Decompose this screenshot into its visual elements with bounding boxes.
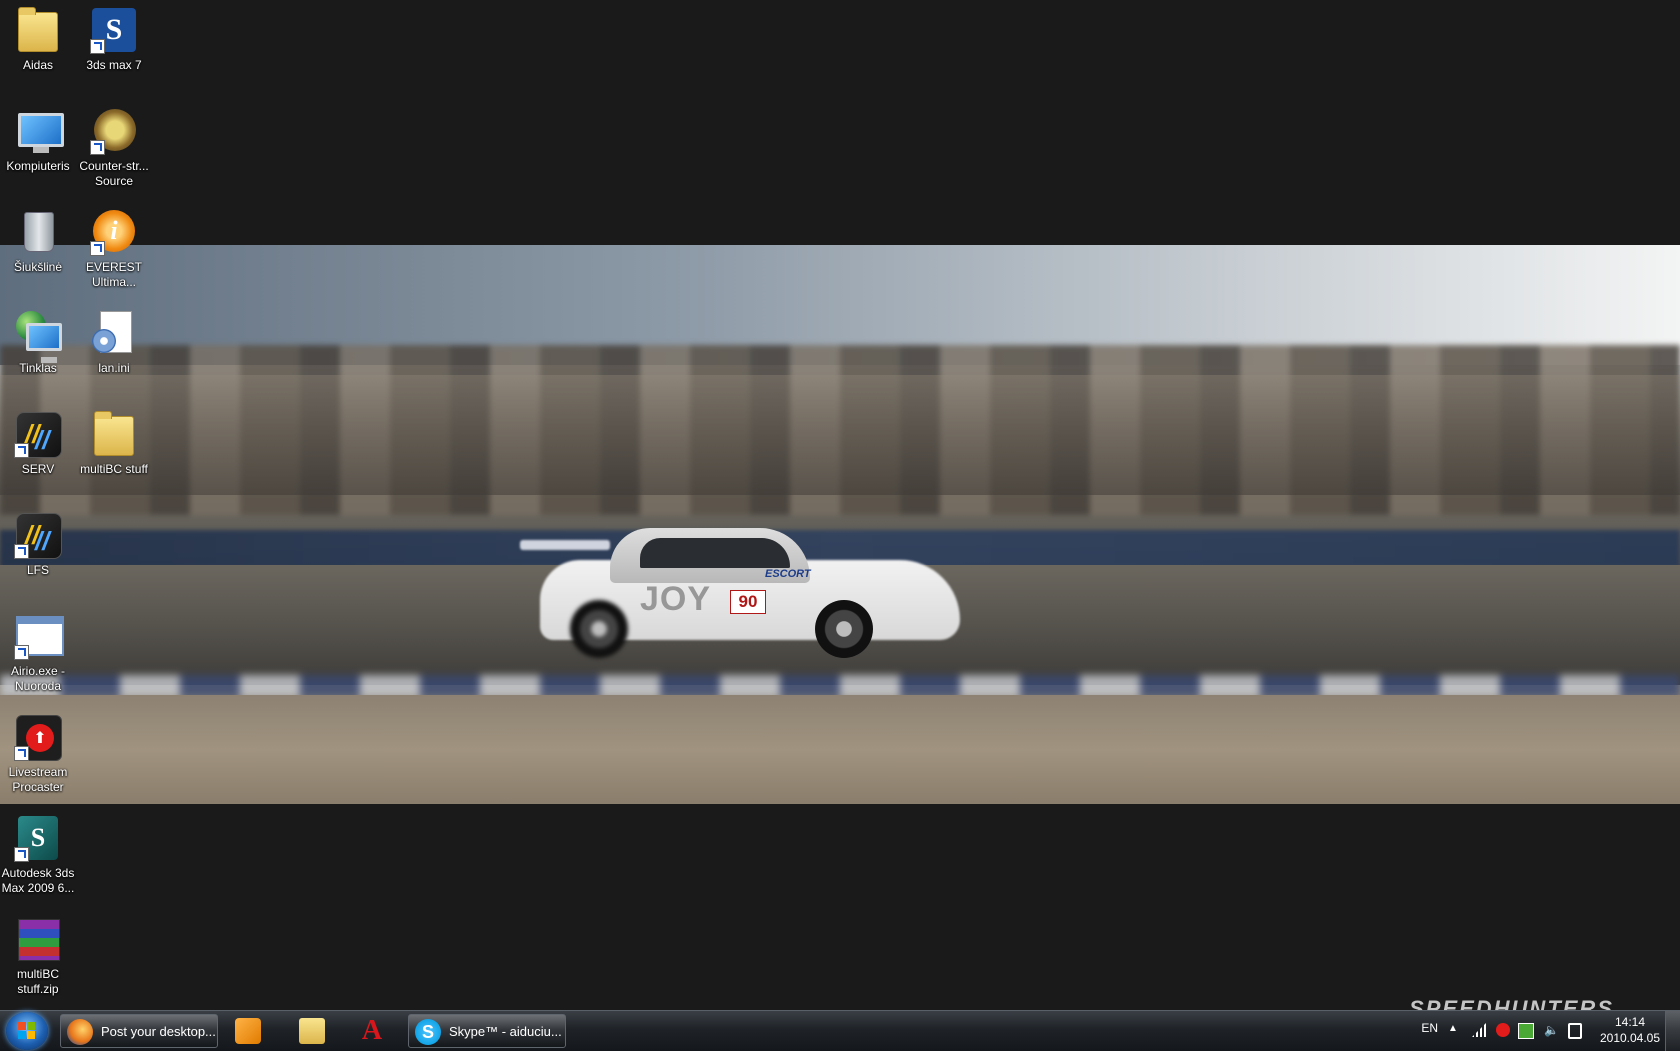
- show-hidden-icons-icon[interactable]: ▲: [1448, 1023, 1462, 1037]
- desktop-icon-lfs[interactable]: LFS: [0, 505, 76, 578]
- desktop-icon-label: SERV: [21, 462, 55, 476]
- network-icon: [14, 309, 62, 363]
- lfs-icon: [14, 410, 62, 458]
- desktop-icon-3ds-max-7[interactable]: S 3ds max 7: [76, 0, 152, 73]
- skype-status-icon[interactable]: [1496, 1023, 1510, 1037]
- everest-info-icon: i: [90, 208, 138, 256]
- race-car-image: JOY ESCORT 90: [520, 520, 960, 670]
- taskbar-clock[interactable]: 14:14 2010.04.05: [1598, 1014, 1662, 1046]
- taskbar-button-label: Skype™ - aiduciu...: [449, 1024, 562, 1039]
- airio-icon: [14, 612, 64, 660]
- counter-strike-icon: [90, 107, 138, 155]
- 3ds-max-icon: S: [90, 6, 138, 54]
- language-indicator[interactable]: EN: [1421, 1021, 1438, 1035]
- media-player-icon: [235, 1018, 261, 1044]
- desktop-icon-label: Kompiuteris: [6, 159, 70, 173]
- recycle-bin-icon: [14, 208, 62, 256]
- desktop-icon-label: EVEREST Ultima...: [85, 260, 142, 289]
- taskbar-button-skype[interactable]: S Skype™ - aiduciu...: [408, 1014, 566, 1048]
- desktop-wallpaper: JOY ESCORT 90: [0, 245, 1680, 804]
- desktop-icon-counter-strike[interactable]: Counter-str... Source: [76, 101, 152, 189]
- livestream-icon: [14, 713, 62, 761]
- power-icon[interactable]: [1568, 1023, 1582, 1039]
- desktop-icon-label: Livestream Procaster: [8, 765, 68, 794]
- desktop-icon-tinklas[interactable]: Tinklas: [0, 303, 76, 376]
- desktop-icon-livestream-procaster[interactable]: Livestream Procaster: [0, 707, 76, 795]
- car-sponsor-text: JOY: [640, 580, 712, 618]
- desktop-icon-autodesk-3ds-max[interactable]: S Autodesk 3ds Max 2009 6...: [0, 808, 76, 896]
- taskbar: Post your desktop... A S Skype™ - aiduci…: [0, 1010, 1680, 1051]
- car-number: 90: [730, 590, 766, 614]
- lfs-icon: [14, 511, 62, 559]
- desktop-icon-multibc-zip[interactable]: multiBC stuff.zip: [0, 909, 76, 997]
- desktop-icon-label: Airio.exe - Nuoroda: [10, 664, 66, 693]
- clock-time: 14:14: [1614, 1015, 1646, 1029]
- desktop-icon-serv[interactable]: SERV: [0, 404, 76, 477]
- utorrent-icon[interactable]: [1518, 1023, 1534, 1039]
- firefox-icon: [67, 1019, 93, 1045]
- winrar-archive-icon: [14, 915, 62, 963]
- autodesk-3ds-max-icon: S: [14, 814, 62, 862]
- taskbar-button-label: Post your desktop...: [101, 1024, 216, 1039]
- desktop-icon-label: LFS: [26, 563, 49, 577]
- desktop-icon-aidas[interactable]: Aidas: [0, 0, 76, 73]
- taskbar-pinned-explorer[interactable]: [286, 1014, 340, 1048]
- windows-start-icon: [18, 1022, 36, 1040]
- desktop-icon-lan-ini[interactable]: lan.ini: [76, 303, 152, 376]
- desktop-icon-label: multiBC stuff: [80, 462, 148, 476]
- volume-icon[interactable]: 🔈: [1544, 1023, 1559, 1037]
- desktop-icon-multibc-stuff[interactable]: multiBC stuff: [76, 404, 152, 477]
- desktop-icon-label: Tinklas: [19, 361, 57, 375]
- desktop-icon-label: Aidas: [22, 58, 54, 72]
- desktop-icon-label: Šiukšlinė: [13, 260, 63, 274]
- start-button[interactable]: [6, 1012, 48, 1050]
- desktop-icon-label: 3ds max 7: [86, 58, 142, 72]
- clock-date: 2010.04.05: [1599, 1031, 1661, 1045]
- show-desktop-button[interactable]: [1665, 1011, 1680, 1051]
- folder-icon: [90, 410, 138, 458]
- desktop-icon-kompiuteris[interactable]: Kompiuteris: [0, 101, 76, 174]
- signal-icon[interactable]: [1472, 1023, 1486, 1037]
- desktop-icon-everest[interactable]: i EVEREST Ultima...: [76, 202, 152, 290]
- taskbar-pinned-media-player[interactable]: [222, 1014, 276, 1048]
- computer-icon: [14, 107, 64, 155]
- desktop-icon-airio[interactable]: Airio.exe - Nuoroda: [0, 606, 76, 694]
- desktop-icon-label: multiBC stuff.zip: [16, 967, 59, 996]
- taskbar-button-firefox[interactable]: Post your desktop...: [60, 1014, 218, 1048]
- config-file-icon: [90, 309, 138, 357]
- desktop-icon-label: Autodesk 3ds Max 2009 6...: [1, 866, 75, 895]
- skype-icon: S: [415, 1019, 441, 1045]
- user-folder-icon: [14, 6, 62, 54]
- desktop-icon-label: lan.ini: [98, 361, 130, 375]
- taskbar-pinned-acrobat[interactable]: A: [346, 1014, 400, 1048]
- explorer-icon: [299, 1018, 325, 1044]
- desktop-icon-label: Counter-str... Source: [79, 159, 149, 188]
- acrobat-icon: A: [361, 1015, 383, 1046]
- desktop-icon-recycle-bin[interactable]: Šiukšlinė: [0, 202, 76, 275]
- car-decal-text: ESCORT: [765, 568, 811, 580]
